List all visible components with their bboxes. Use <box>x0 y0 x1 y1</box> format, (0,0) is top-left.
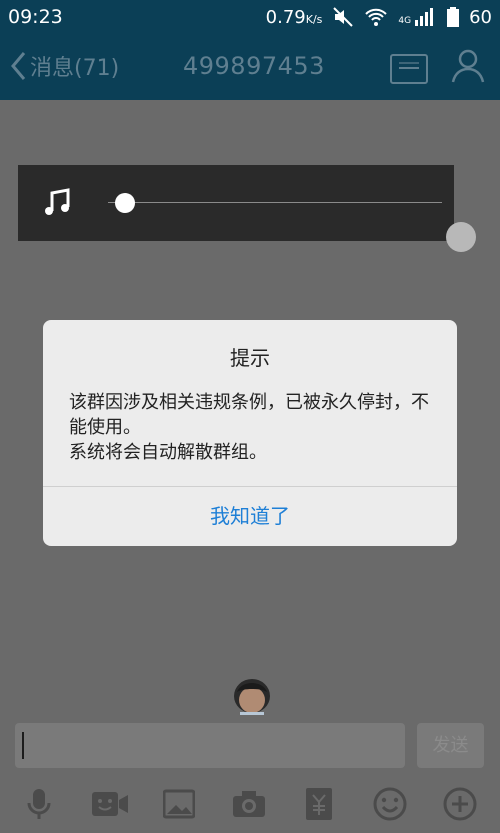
dialog-message: 该群因涉及相关违规条例，已被永久停封，不能使用。 系统将会自动解散群组。 <box>69 390 431 465</box>
audio-slider-thumb[interactable] <box>115 193 135 213</box>
status-time: 09:23 <box>8 6 63 28</box>
message-input[interactable] <box>15 723 405 768</box>
page-title: 499897453 <box>183 52 325 80</box>
add-icon[interactable] <box>443 787 477 821</box>
network-speed-unit: K/s <box>305 12 323 26</box>
alert-dialog: 提示 该群因涉及相关违规条例，已被永久停封，不能使用。 系统将会自动解散群组。 … <box>43 320 457 546</box>
app-header: 消息(71) 499897453 <box>0 34 500 100</box>
battery-level: 60 <box>469 6 492 28</box>
image-icon[interactable] <box>162 787 196 821</box>
back-label: 消息(71) <box>30 56 120 81</box>
status-bar: 09:23 0.79K/s 4G 60 <box>0 0 500 34</box>
microphone-icon[interactable] <box>22 787 56 821</box>
signal-icon: 4G <box>398 8 437 26</box>
network-type: 4G <box>398 16 412 26</box>
emoji-icon[interactable] <box>373 787 407 821</box>
audio-player <box>18 165 454 241</box>
group-card-icon[interactable] <box>390 54 428 84</box>
network-speed: 0.79K/s <box>266 7 323 28</box>
audio-track[interactable] <box>108 202 442 203</box>
video-icon[interactable] <box>91 787 129 821</box>
dialog-message-line2: 系统将会自动解散群组。 <box>69 442 267 463</box>
text-caret <box>22 732 24 759</box>
floating-handle[interactable] <box>446 222 476 252</box>
send-button[interactable]: 发送 <box>417 723 484 768</box>
mute-icon <box>332 6 354 28</box>
wifi-icon <box>364 7 388 27</box>
battery-icon <box>447 7 460 27</box>
chevron-left-icon <box>10 51 26 81</box>
dialog-message-line1: 该群因涉及相关违规条例，已被永久停封，不能使用。 <box>69 392 429 438</box>
chat-toolbar <box>0 775 500 833</box>
status-right: 0.79K/s 4G 60 <box>266 6 492 28</box>
music-note-icon[interactable] <box>42 187 72 217</box>
camera-icon[interactable] <box>232 787 266 821</box>
dialog-confirm-button[interactable]: 我知道了 <box>43 487 457 546</box>
avatar[interactable] <box>228 676 276 720</box>
back-button[interactable]: 消息(71) <box>10 50 119 82</box>
input-row: 发送 <box>0 715 500 775</box>
red-packet-icon[interactable] <box>302 787 336 821</box>
group-profile-icon[interactable] <box>448 46 488 86</box>
dialog-title: 提示 <box>230 346 270 370</box>
network-speed-value: 0.79 <box>265 6 306 28</box>
